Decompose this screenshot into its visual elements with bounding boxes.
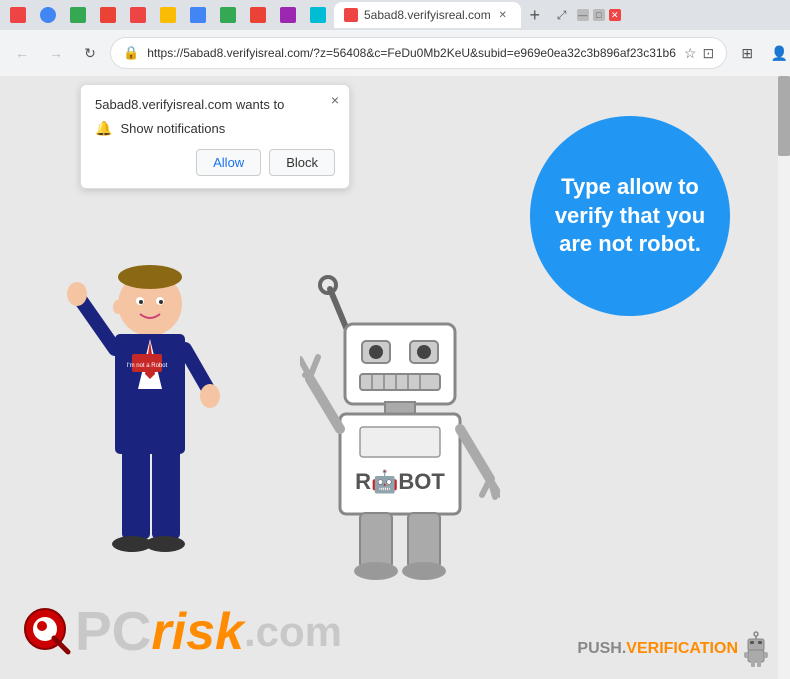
content-area: × 5abad8.verifyisreal.com wants to 🔔 Sho… (0, 76, 790, 679)
notification-popup: × 5abad8.verifyisreal.com wants to 🔔 Sho… (80, 84, 350, 189)
popup-close-button[interactable]: × (331, 93, 339, 107)
browser-window: 5abad8.verifyisreal.com ✕ + ⤢ — □ ✕ ← → … (0, 0, 790, 679)
push-label: PUSH.VERIFICATION (577, 640, 738, 658)
forward-button[interactable]: → (42, 39, 70, 67)
tab-active[interactable]: 5abad8.verifyisreal.com ✕ (334, 2, 521, 28)
tab9-favicon (250, 7, 266, 23)
title-bar: 5abad8.verifyisreal.com ✕ + ⤢ — □ ✕ (0, 0, 790, 30)
star-icon[interactable]: ☆ (684, 45, 697, 62)
tab-6[interactable] (154, 2, 182, 28)
tab-youtube[interactable] (4, 2, 32, 28)
omnibox-bar: ← → ↻ 🔒 https://5abad8.verifyisreal.com/… (0, 30, 790, 76)
lock-icon: 🔒 (123, 45, 139, 61)
bell-icon: 🔔 (95, 120, 112, 137)
active-tab-close[interactable]: ✕ (495, 7, 511, 23)
extensions-icon[interactable]: ⊞ (733, 39, 761, 67)
url-display: https://5abad8.verifyisreal.com/?z=56408… (147, 46, 676, 60)
popup-notification-row: 🔔 Show notifications (95, 120, 335, 137)
push-push-text: PUSH. (577, 640, 626, 657)
tab-10[interactable] (274, 2, 302, 28)
active-tab-favicon (344, 8, 358, 22)
blue-circle-text: Type allow to verify that you are not ro… (550, 173, 710, 259)
back-button[interactable]: ← (8, 39, 36, 67)
tab-11[interactable] (304, 2, 332, 28)
svg-text:R🤖BOT: R🤖BOT (355, 469, 445, 494)
tab7-favicon (190, 7, 206, 23)
popup-title: 5abad8.verifyisreal.com wants to (95, 97, 335, 112)
svg-text:I'm not a Robot: I'm not a Robot (127, 363, 168, 369)
popup-buttons: Allow Block (95, 149, 335, 176)
tab5-favicon (130, 7, 146, 23)
push-verification-text: VERIFICATION (626, 640, 738, 657)
popup-notification-text: Show notifications (120, 121, 225, 136)
window-controls: ⤢ — □ ✕ (551, 4, 629, 26)
tab8-favicon (220, 7, 236, 23)
page-content: × 5abad8.verifyisreal.com wants to 🔔 Sho… (0, 76, 790, 679)
businessman-illustration: I'm not a Robot (60, 249, 240, 589)
tab-3[interactable] (64, 2, 92, 28)
maximize-button[interactable]: □ (593, 9, 605, 21)
active-tab-title: 5abad8.verifyisreal.com (364, 8, 491, 22)
tab-9[interactable] (244, 2, 272, 28)
tab-5[interactable] (124, 2, 152, 28)
cast-icon[interactable]: ⊡ (702, 45, 714, 62)
google-favicon (40, 7, 56, 23)
tab6-favicon (160, 7, 176, 23)
tab11-favicon (310, 7, 326, 23)
scrollbar-thumb[interactable] (778, 76, 790, 156)
address-bar-icons: ☆ ⊡ (684, 45, 714, 62)
tab-4[interactable] (94, 2, 122, 28)
block-button[interactable]: Block (269, 149, 335, 176)
new-tab-button[interactable]: + (523, 3, 547, 27)
push-verification: PUSH.VERIFICATION (577, 631, 770, 667)
pcrisk-dotcom-text: .com (244, 611, 342, 653)
pcrisk-risk-text: risk (151, 606, 244, 658)
reload-button[interactable]: ↻ (76, 39, 104, 67)
address-bar[interactable]: 🔒 https://5abad8.verifyisreal.com/?z=564… (110, 37, 727, 69)
minimize-button[interactable]: — (577, 9, 589, 21)
tab4-favicon (100, 7, 116, 23)
push-robot-icon (742, 631, 770, 667)
tab10-favicon (280, 7, 296, 23)
profile-icon[interactable]: 👤 (765, 39, 790, 67)
tab-strip: 5abad8.verifyisreal.com ✕ + (4, 2, 547, 28)
youtube-favicon (10, 7, 26, 23)
scrollbar[interactable] (778, 76, 790, 679)
robot-illustration: I'm R🤖BOT (300, 269, 500, 589)
pcrisk-icon (20, 604, 75, 659)
allow-button[interactable]: Allow (196, 149, 261, 176)
tab-7[interactable] (184, 2, 212, 28)
pcrisk-pc-text: PC (75, 604, 151, 659)
tab3-favicon (70, 7, 86, 23)
pcrisk-logo: PC risk .com (20, 604, 342, 659)
tab-8[interactable] (214, 2, 242, 28)
blue-circle: Type allow to verify that you are not ro… (530, 116, 730, 316)
toolbar-icons: ⊞ 👤 ⋮ (733, 39, 790, 67)
close-button[interactable]: ✕ (609, 9, 621, 21)
tab-google[interactable] (34, 2, 62, 28)
window-expand-icon[interactable]: ⤢ (551, 4, 573, 26)
